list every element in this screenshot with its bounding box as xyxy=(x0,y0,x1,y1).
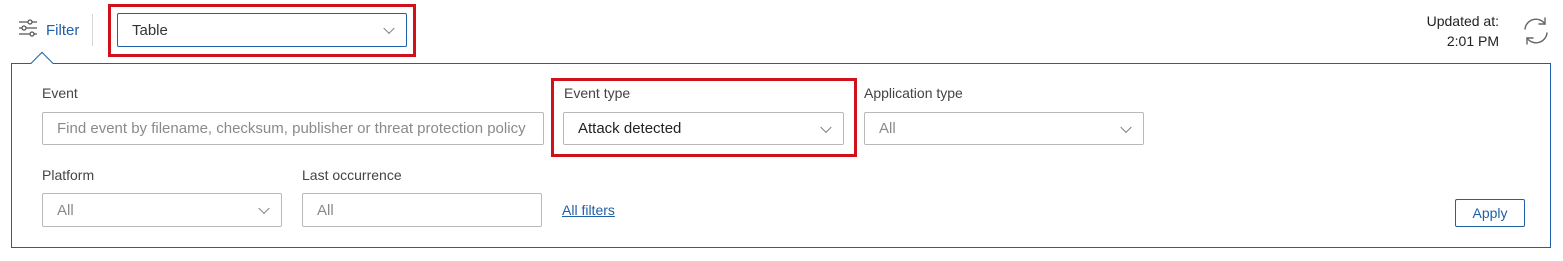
event-type-value: Attack detected xyxy=(578,120,682,137)
chevron-down-icon xyxy=(1120,121,1132,133)
event-type-label: Event type xyxy=(564,85,631,101)
platform-value: All xyxy=(57,201,74,219)
event-label: Event xyxy=(42,85,78,101)
last-occurrence-label: Last occurrence xyxy=(302,167,402,183)
apply-button[interactable]: Apply xyxy=(1455,199,1525,227)
chevron-down-icon xyxy=(820,121,832,133)
platform-label: Platform xyxy=(42,167,95,183)
last-occurrence-input[interactable]: All xyxy=(302,193,542,227)
refresh-icon xyxy=(1524,17,1548,45)
application-type-value: All xyxy=(879,120,896,137)
chevron-down-icon xyxy=(258,202,270,215)
event-search-input[interactable]: Find event by filename, checksum, publis… xyxy=(42,112,544,145)
sliders-icon xyxy=(18,18,38,42)
event-type-select[interactable]: Attack detected xyxy=(563,112,844,145)
platform-select[interactable]: All xyxy=(42,193,282,227)
updated-at-label: Updated at: xyxy=(1426,13,1499,29)
filter-toggle-button[interactable]: Filter xyxy=(18,16,79,44)
filter-label: Filter xyxy=(46,21,80,39)
view-mode-value: Table xyxy=(132,21,168,39)
application-type-select[interactable]: All xyxy=(864,112,1144,145)
updated-at-time: 2:01 PM xyxy=(1446,33,1499,49)
event-search-placeholder: Find event by filename, checksum, publis… xyxy=(57,120,526,137)
application-type-label: Application type xyxy=(864,85,963,101)
toolbar-divider xyxy=(92,14,93,46)
view-mode-select[interactable]: Table xyxy=(117,13,407,47)
all-filters-link[interactable]: All filters xyxy=(562,202,615,218)
last-occurrence-value: All xyxy=(317,201,334,219)
updated-at-info: Updated at: 2:01 PM xyxy=(1427,11,1499,51)
refresh-button[interactable] xyxy=(1518,13,1554,49)
chevron-down-icon xyxy=(383,22,395,35)
